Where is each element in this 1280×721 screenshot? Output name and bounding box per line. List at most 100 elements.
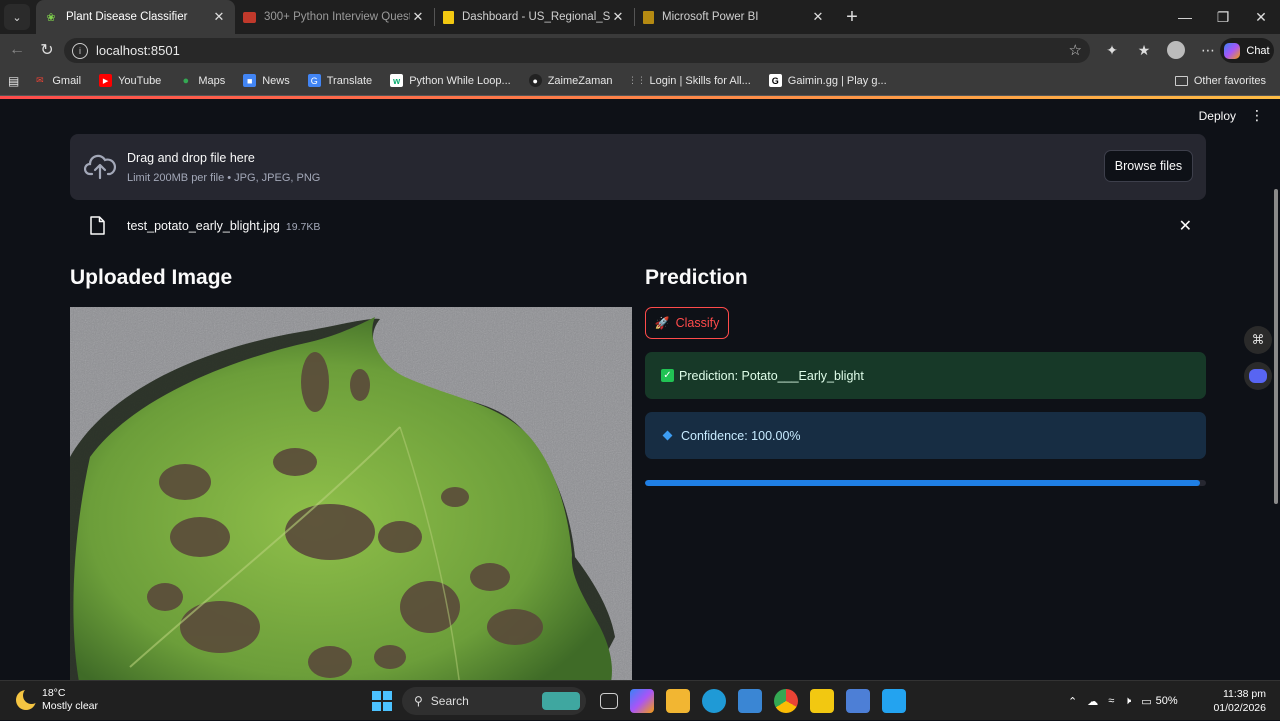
onedrive-icon[interactable]: ☁ [1087,695,1098,708]
info-icon[interactable]: i [72,42,88,59]
shortcut-extension-icon[interactable]: ⌘ [1244,326,1272,354]
other-favorites[interactable]: Other favorites [1174,74,1266,87]
windows-start-icon[interactable] [372,691,392,711]
volume-mute-icon[interactable]: 🕨 [1124,695,1131,708]
file-explorer-icon[interactable] [666,689,690,713]
other-favorites-label: Other favorites [1193,74,1266,87]
search-icon: ⚲ [414,694,423,708]
wifi-icon[interactable]: ≈ [1108,695,1114,707]
tab-power-bi[interactable]: Microsoft Power BI ✕ [635,0,834,34]
search-label: Search [430,694,469,708]
tab-dashboard-sales[interactable]: Dashboard - US_Regional_Sales_Da ✕ [435,0,634,34]
bookmark-maps[interactable]: ● Maps [179,74,225,87]
bookmark-skills-for-all[interactable]: ⋮⋮ Login | Skills for All... [628,74,751,87]
new-tab-button[interactable]: + [838,6,866,29]
star-icon[interactable]: ☆ [1069,41,1082,59]
confidence-info-alert: Confidence: 100.00% [645,412,1206,459]
copilot-taskbar-icon[interactable] [630,689,654,713]
taskbar-clock[interactable]: 11:38 pm 01/02/2026 [1213,687,1266,715]
tab-python-interview[interactable]: 300+ Python Interview Questions ✕ [235,0,434,34]
github-icon: ● [528,74,542,87]
file-icon [90,216,105,235]
leaf-photo [70,307,632,680]
chrome-icon[interactable] [774,689,798,713]
clock-date: 01/02/2026 [1213,702,1266,714]
refresh-icon[interactable]: ↻ [32,40,62,60]
weather-condition: Mostly clear [42,700,99,712]
check-icon: ✓ [661,369,674,382]
file-name-text: test_potato_early_blight.jpg [127,219,280,233]
store-icon[interactable] [738,689,762,713]
confidence-text: Confidence: 100.00% [681,428,801,443]
minimize-icon[interactable]: — [1166,9,1204,25]
prediction-text: Prediction: Potato___Early_blight [679,368,864,383]
reading-list-icon[interactable]: ▤ [8,74,19,88]
bookmark-gmail[interactable]: ✉ Gmail [33,74,81,87]
tab-list-button[interactable]: ⌄ [4,4,30,30]
uploaded-file-row: test_potato_early_blight.jpg 19.7KB ✕ [70,211,1206,241]
chevron-down-icon: ⌄ [12,11,22,24]
progress-fill [645,480,1201,486]
address-bar-row: ← ↻ i localhost:8501 ☆ ✦ ★ ⋯ Chat [0,34,1280,66]
task-view-icon[interactable] [600,693,618,709]
bookmark-news[interactable]: ■ News [243,74,290,87]
bookmark-label: Python While Loop... [409,74,511,87]
bookmark-label: Translate [326,74,373,87]
uploaded-leaf-image [70,307,632,680]
url-input[interactable]: i localhost:8501 ☆ [64,38,1090,63]
bookmark-label: Login | Skills for All... [649,74,751,87]
cisco-icon: ⋮⋮ [628,75,646,85]
vscode-icon[interactable] [882,689,906,713]
windows-taskbar: 18°C Mostly clear ⚲ Search ⌃ ☁ ≈ 🕨 ▭ 50%… [0,680,1280,720]
bookmark-gaimin[interactable]: G Gaimin.gg | Play g... [768,74,887,87]
scrollbar-thumb[interactable] [1274,189,1278,504]
bookmark-python-while-loop[interactable]: w Python While Loop... [390,74,511,87]
copilot-icon [1224,42,1241,59]
bookmark-youtube[interactable]: ▶ YouTube [99,74,161,87]
gaimin-icon: G [768,74,782,87]
close-icon[interactable]: ✕ [810,9,826,25]
extensions-icon[interactable]: ✦ [1096,42,1128,59]
taskbar-search[interactable]: ⚲ Search [402,687,586,715]
main-menu-icon[interactable]: ⋮ [1250,107,1264,124]
folder-icon [1174,75,1188,86]
battery-percent: 50% [1155,695,1178,707]
classify-label: Classify [675,316,720,330]
deploy-button[interactable]: Deploy [1199,109,1236,123]
maximize-icon[interactable]: ❐ [1204,9,1242,26]
network-app-icon[interactable] [846,689,870,713]
assistant-extension-icon[interactable] [1244,362,1272,390]
copilot-chat-button[interactable]: Chat [1220,38,1274,63]
bookmark-label: Maps [198,74,226,87]
profile-avatar[interactable] [1167,41,1185,59]
diamond-icon [662,430,673,441]
clock-time: 11:38 pm [1223,688,1266,700]
scrollbar[interactable] [1272,179,1280,504]
gmail-icon: ✉ [36,75,44,85]
remove-file-icon[interactable]: ✕ [1179,216,1192,236]
close-window-icon[interactable]: ✕ [1242,9,1280,26]
favorites-icon[interactable]: ★ [1128,42,1160,59]
chevron-up-icon[interactable]: ⌃ [1068,695,1077,708]
back-icon[interactable]: ← [2,41,32,59]
bookmark-translate[interactable]: G Translate [307,74,373,87]
tab-plant-disease-classifier[interactable]: ❀ Plant Disease Classifier ✕ [36,0,235,34]
close-icon[interactable]: ✕ [211,9,227,25]
bookmark-label: Gaimin.gg | Play g... [787,74,887,87]
system-tray: ⌃ ☁ ≈ 🕨 ▭ 50% [1068,681,1188,721]
sprout-icon: ❀ [46,11,56,24]
browse-files-button[interactable]: Browse files [1104,150,1193,182]
powerbi-taskbar-icon[interactable] [810,689,834,713]
close-icon[interactable]: ✕ [410,9,426,25]
classify-button[interactable]: 🚀 Classify [645,307,729,339]
close-icon[interactable]: ✕ [610,9,626,25]
taskbar-apps [594,689,912,713]
uploaded-image-header: Uploaded Image [70,266,233,289]
bookmarks-bar: ▤ ✉ Gmail ▶ YouTube ● Maps ■ News G Translate… [0,66,1280,96]
edge-icon[interactable] [702,689,726,713]
bookmark-zaimezaman[interactable]: ● ZaimeZaman [528,74,613,87]
battery-icon[interactable]: ▭ [1141,695,1151,708]
weather-widget[interactable]: 18°C Mostly clear [16,687,98,713]
file-uploader-dropzone[interactable]: Drag and drop file here Limit 200MB per … [70,134,1206,200]
file-size: 19.7KB [285,221,321,233]
